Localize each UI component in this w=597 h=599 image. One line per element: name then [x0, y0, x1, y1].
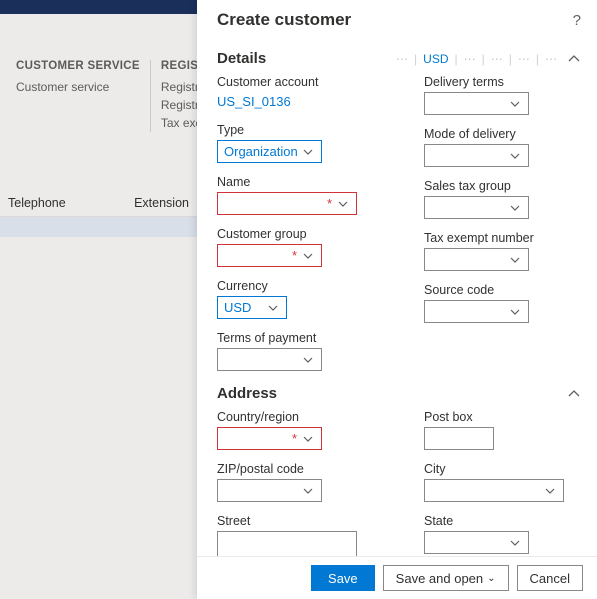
- save-button[interactable]: Save: [311, 565, 375, 591]
- chevron-down-icon: [301, 434, 315, 444]
- state-select[interactable]: [424, 531, 529, 554]
- chevron-down-icon: [301, 486, 315, 496]
- field-city: City: [424, 462, 581, 502]
- chevron-down-icon: [336, 199, 350, 209]
- sales-tax-group-select[interactable]: [424, 196, 529, 219]
- field-customer-group: Customer group *: [217, 227, 374, 267]
- field-mode-of-delivery: Mode of delivery: [424, 127, 581, 167]
- type-select[interactable]: Organization: [217, 140, 322, 163]
- field-sales-tax-group: Sales tax group: [424, 179, 581, 219]
- field-customer-account: Customer account US_SI_0136: [217, 75, 374, 111]
- panel-footer: Save Save and open⌄ Cancel: [197, 556, 597, 599]
- field-type: Type Organization: [217, 123, 374, 163]
- field-name: Name *: [217, 175, 374, 215]
- tax-exempt-number-select[interactable]: [424, 248, 529, 271]
- field-post-box: Post box: [424, 410, 581, 450]
- terms-of-payment-select[interactable]: [217, 348, 322, 371]
- field-street: Street: [217, 514, 374, 556]
- field-country-region: Country/region *: [217, 410, 374, 450]
- field-currency: Currency USD: [217, 279, 374, 319]
- currency-select[interactable]: USD: [217, 296, 287, 319]
- field-terms-of-payment: Terms of payment: [217, 331, 374, 371]
- delivery-terms-select[interactable]: [424, 92, 529, 115]
- create-customer-panel: Create customer ? Details ⋯|USD|⋯|⋯|⋯|⋯ …: [197, 0, 597, 599]
- field-tax-exempt-number: Tax exempt number: [424, 231, 581, 271]
- cancel-button[interactable]: Cancel: [517, 565, 583, 591]
- country-region-select[interactable]: *: [217, 427, 322, 450]
- name-input[interactable]: *: [217, 192, 357, 215]
- chevron-up-icon[interactable]: [567, 52, 581, 66]
- save-and-open-button[interactable]: Save and open⌄: [383, 565, 509, 591]
- customer-group-select[interactable]: *: [217, 244, 322, 267]
- chevron-down-icon: [508, 203, 522, 213]
- field-source-code: Source code: [424, 283, 581, 323]
- source-code-select[interactable]: [424, 300, 529, 323]
- street-textarea[interactable]: [217, 531, 357, 556]
- chevron-down-icon: [508, 151, 522, 161]
- chevron-down-icon: [508, 255, 522, 265]
- chevron-down-icon: [508, 99, 522, 109]
- section-summary-details: ⋯|USD|⋯|⋯|⋯|⋯: [396, 52, 557, 66]
- section-title-details: Details: [217, 50, 266, 67]
- chevron-down-icon: [301, 147, 315, 157]
- chevron-down-icon: [266, 303, 280, 313]
- chevron-down-icon: [301, 355, 315, 365]
- customer-account-value[interactable]: US_SI_0136: [217, 92, 291, 111]
- help-icon[interactable]: ?: [573, 12, 581, 29]
- chevron-up-icon[interactable]: [567, 387, 581, 401]
- section-header-details[interactable]: Details ⋯|USD|⋯|⋯|⋯|⋯: [217, 36, 593, 75]
- chevron-down-icon: [301, 251, 315, 261]
- mode-of-delivery-select[interactable]: [424, 144, 529, 167]
- zip-select[interactable]: [217, 479, 322, 502]
- post-box-input[interactable]: [424, 427, 494, 450]
- field-state: State: [424, 514, 581, 554]
- chevron-down-icon: [508, 307, 522, 317]
- section-header-address[interactable]: Address: [217, 371, 593, 410]
- field-delivery-terms: Delivery terms: [424, 75, 581, 115]
- chevron-down-icon: [508, 538, 522, 548]
- section-title-address: Address: [217, 385, 277, 402]
- chevron-down-icon: [543, 486, 557, 496]
- chevron-down-icon: ⌄: [487, 573, 495, 584]
- panel-title: Create customer: [217, 10, 351, 30]
- field-zip: ZIP/postal code: [217, 462, 374, 502]
- city-select[interactable]: [424, 479, 564, 502]
